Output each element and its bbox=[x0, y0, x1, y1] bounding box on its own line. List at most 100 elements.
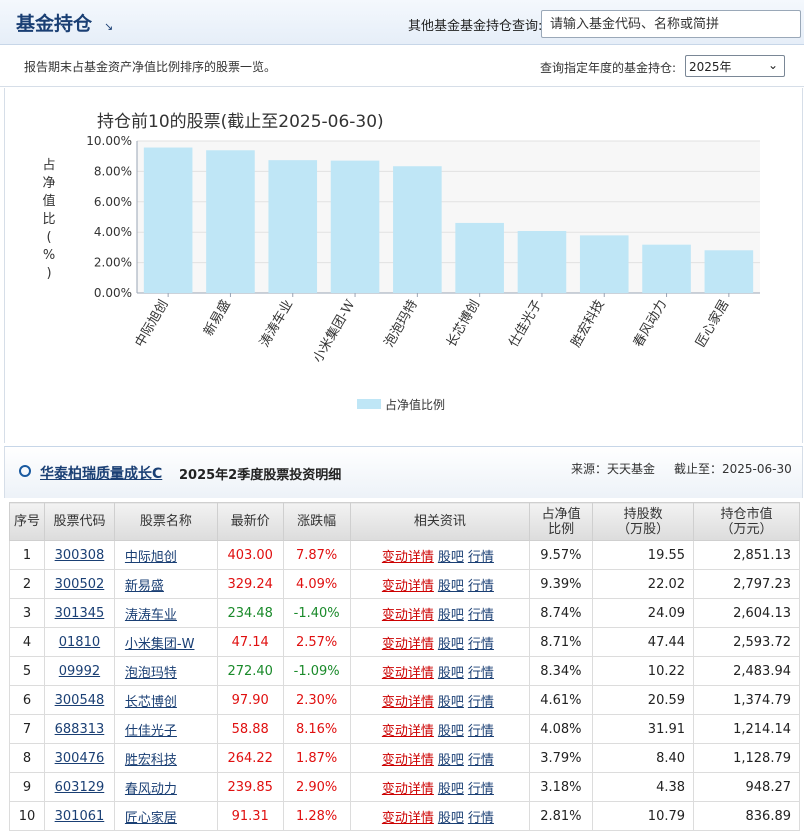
stock-name-link[interactable]: 小米集团-W bbox=[125, 637, 195, 652]
stock-code-link[interactable]: 300502 bbox=[55, 577, 105, 592]
y-axis-label-char: 值 bbox=[42, 193, 55, 209]
stock-name-link[interactable]: 涛涛车业 bbox=[125, 608, 177, 623]
bar-2[interactable] bbox=[206, 150, 255, 293]
stock-code-link[interactable]: 300548 bbox=[55, 693, 105, 708]
quote-link[interactable]: 行情 bbox=[468, 753, 494, 768]
stock-forum-link[interactable]: 股吧 bbox=[438, 666, 464, 681]
change-detail-link[interactable]: 变动详情 bbox=[382, 579, 434, 594]
change-detail-link[interactable]: 变动详情 bbox=[382, 695, 434, 710]
fund-search-input[interactable] bbox=[541, 10, 801, 38]
x-tick-label: 春风动力 bbox=[631, 298, 670, 351]
quote-link[interactable]: 行情 bbox=[468, 608, 494, 623]
nav-ratio: 8.71% bbox=[529, 627, 594, 657]
y-tick-label: 6.00% bbox=[94, 195, 132, 209]
stock-code-cell: 301061 bbox=[43, 801, 115, 831]
stock-name-link[interactable]: 仕佳光子 bbox=[125, 724, 177, 739]
quote-link[interactable]: 行情 bbox=[468, 782, 494, 797]
holdings-description: 报告期末占基金资产净值比例排序的股票一览。 bbox=[24, 60, 277, 74]
bar-4[interactable] bbox=[330, 160, 380, 293]
stock-name-cell: 春风动力 bbox=[113, 772, 218, 802]
stock-forum-link[interactable]: 股吧 bbox=[438, 637, 464, 652]
stock-name-link[interactable]: 中际旭创 bbox=[125, 550, 177, 565]
stock-forum-link[interactable]: 股吧 bbox=[438, 811, 464, 826]
bar-7[interactable] bbox=[517, 230, 567, 293]
latest-price: 91.31 bbox=[216, 801, 284, 831]
nav-ratio: 8.74% bbox=[529, 598, 594, 628]
holding-value: 1,128.79 bbox=[693, 743, 800, 773]
stock-forum-link[interactable]: 股吧 bbox=[438, 550, 464, 565]
stock-code-link[interactable]: 301345 bbox=[55, 606, 105, 621]
change-detail-link[interactable]: 变动详情 bbox=[382, 753, 434, 768]
change-detail-link[interactable]: 变动详情 bbox=[382, 637, 434, 652]
stock-forum-link[interactable]: 股吧 bbox=[438, 608, 464, 623]
bar-1[interactable] bbox=[143, 147, 193, 293]
quote-link[interactable]: 行情 bbox=[468, 550, 494, 565]
bar-9[interactable] bbox=[642, 244, 691, 293]
row-seq: 8 bbox=[9, 743, 45, 773]
quote-link[interactable]: 行情 bbox=[468, 724, 494, 739]
stock-name-cell: 涛涛车业 bbox=[113, 598, 218, 628]
holdings-chart: 持仓前10的股票(截止至2025-06-30) 占净值比 (%) 0.00% 2.0… bbox=[4, 88, 803, 443]
stock-code-cell: 09992 bbox=[43, 656, 115, 686]
change-detail-link[interactable]: 变动详情 bbox=[382, 666, 434, 681]
stock-code-link[interactable]: 301061 bbox=[55, 809, 105, 824]
latest-price: 239.85 bbox=[216, 772, 284, 802]
stock-name-link[interactable]: 新易盛 bbox=[125, 579, 164, 594]
quarter-title: 2025年2季度股票投资明细 bbox=[179, 468, 342, 483]
fund-query-label: 其他基金基金持仓查询: bbox=[408, 19, 543, 34]
shares-held: 31.91 bbox=[592, 714, 695, 744]
shares-held: 22.02 bbox=[592, 569, 695, 599]
stock-code-link[interactable]: 688313 bbox=[55, 722, 105, 737]
change-percent: 4.09% bbox=[282, 569, 351, 599]
expand-arrow-icon[interactable]: ↘ bbox=[104, 20, 113, 33]
stock-forum-link[interactable]: 股吧 bbox=[438, 695, 464, 710]
change-percent: 1.28% bbox=[282, 801, 351, 831]
stock-name-link[interactable]: 胜宏科技 bbox=[125, 753, 177, 768]
shares-held: 24.09 bbox=[592, 598, 695, 628]
y-tick-label: 0.00% bbox=[94, 286, 132, 300]
stock-code-link[interactable]: 603129 bbox=[55, 780, 105, 795]
stock-name-link[interactable]: 春风动力 bbox=[125, 782, 177, 797]
news-links-cell: 变动详情 股吧 行情 bbox=[349, 743, 531, 773]
col-code: 股票代码 bbox=[43, 502, 115, 541]
bar-10[interactable] bbox=[704, 250, 754, 293]
bar-6[interactable] bbox=[455, 222, 504, 293]
year-select[interactable]: 2025年 ⌄ bbox=[685, 55, 785, 77]
stock-code-link[interactable]: 300476 bbox=[55, 751, 105, 766]
change-detail-link[interactable]: 变动详情 bbox=[382, 724, 434, 739]
stock-forum-link[interactable]: 股吧 bbox=[438, 753, 464, 768]
holdings-table: 序号 股票代码 股票名称 最新价 涨跌幅 相关资讯 占净值 比例 持股数 （万股） … bbox=[9, 502, 800, 831]
bar-8[interactable] bbox=[579, 235, 629, 293]
x-tick-label: 匠心家居 bbox=[692, 297, 732, 350]
change-detail-link[interactable]: 变动详情 bbox=[382, 608, 434, 623]
stock-code-link[interactable]: 09992 bbox=[59, 664, 100, 679]
x-tick-label: 小米集团-W bbox=[310, 296, 359, 365]
as-of-date: 截止至：2025-06-30 bbox=[674, 462, 792, 476]
holding-value: 2,851.13 bbox=[693, 540, 800, 570]
quote-link[interactable]: 行情 bbox=[468, 811, 494, 826]
bar-3[interactable] bbox=[268, 160, 318, 293]
change-percent: 2.90% bbox=[282, 772, 351, 802]
change-detail-link[interactable]: 变动详情 bbox=[382, 550, 434, 565]
change-detail-link[interactable]: 变动详情 bbox=[382, 811, 434, 826]
holding-value: 2,593.72 bbox=[693, 627, 800, 657]
bar-5[interactable] bbox=[393, 166, 442, 293]
stock-forum-link[interactable]: 股吧 bbox=[438, 724, 464, 739]
change-detail-link[interactable]: 变动详情 bbox=[382, 782, 434, 797]
stock-code-link[interactable]: 01810 bbox=[59, 635, 100, 650]
quote-link[interactable]: 行情 bbox=[468, 666, 494, 681]
stock-forum-link[interactable]: 股吧 bbox=[438, 782, 464, 797]
stock-forum-link[interactable]: 股吧 bbox=[438, 579, 464, 594]
quote-link[interactable]: 行情 bbox=[468, 579, 494, 594]
x-tick-label: 胜宏科技 bbox=[569, 298, 608, 351]
stock-code-link[interactable]: 300308 bbox=[55, 548, 105, 563]
stock-name-link[interactable]: 泡泡玛特 bbox=[125, 666, 177, 681]
x-tick-label: 涛涛车业 bbox=[256, 297, 296, 350]
shares-held: 47.44 bbox=[592, 627, 695, 657]
quote-link[interactable]: 行情 bbox=[468, 695, 494, 710]
fund-name-link[interactable]: 华泰柏瑞质量成长C bbox=[40, 463, 162, 483]
stock-name-link[interactable]: 匠心家居 bbox=[125, 811, 177, 826]
row-seq: 5 bbox=[9, 656, 45, 686]
stock-name-link[interactable]: 长芯博创 bbox=[125, 695, 177, 710]
quote-link[interactable]: 行情 bbox=[468, 637, 494, 652]
